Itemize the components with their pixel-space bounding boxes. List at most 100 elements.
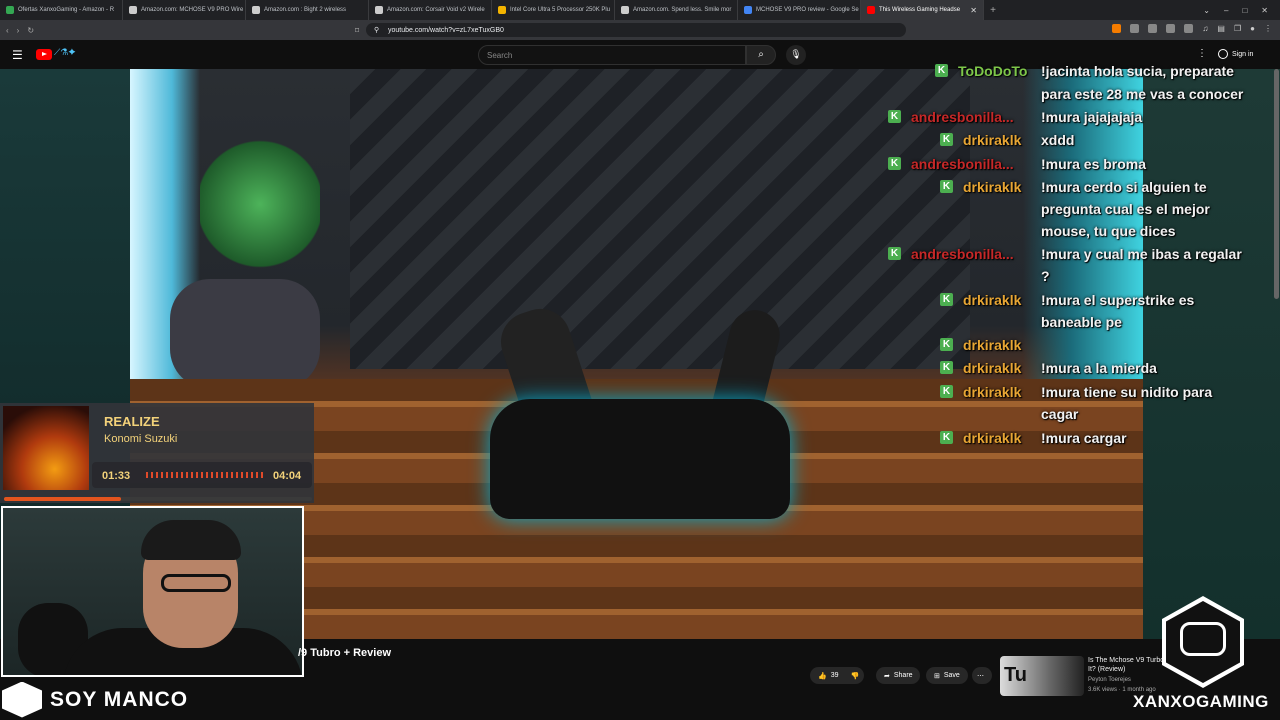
tab-strip: Ofertas XanxoGaming - Amazon - R Amazon.c…: [0, 0, 984, 20]
plant: [200, 139, 320, 269]
tab-label: Amazon.com: MCHOSE V9 PRO Wire: [141, 7, 244, 13]
copy-icon[interactable]: ❐: [1234, 24, 1241, 33]
streamer-banner: SOY MANCO: [0, 679, 304, 720]
streamer-logo-icon: [2, 681, 42, 718]
browser-tab[interactable]: Amazon.com: MCHOSE V9 PRO Wire: [123, 0, 246, 20]
song-title: REALIZE: [104, 414, 160, 429]
total-time: 04:04: [273, 470, 302, 482]
favicon-icon: [252, 6, 260, 14]
sidebar-icon[interactable]: ▤: [1217, 24, 1225, 33]
tab-label: Ofertas XanxoGaming - Amazon - R: [18, 7, 115, 13]
minimize-icon[interactable]: –: [1224, 6, 1228, 15]
extension-icon[interactable]: [1112, 24, 1122, 33]
music-note-icon[interactable]: ♫: [1202, 24, 1208, 33]
share-icon: ➦: [884, 672, 890, 680]
tab-search-icon[interactable]: ⌄: [1203, 6, 1210, 15]
search-input[interactable]: Search: [478, 45, 746, 65]
save-label: Save: [943, 672, 960, 679]
search-button[interactable]: ⌕: [746, 45, 776, 65]
more-actions-button[interactable]: ⋯: [972, 667, 992, 684]
share-button[interactable]: ➦ Share: [876, 667, 920, 684]
voice-search-button[interactable]: 🎙: [786, 45, 806, 65]
song-artist: Konomi Suzuki: [104, 433, 178, 445]
acoustic-wall: [350, 69, 970, 369]
extension-icon[interactable]: [1130, 24, 1140, 33]
stream-background-right: [1143, 69, 1280, 639]
url-text: youtube.com/watch?v=zL7xeTuxGB0: [388, 26, 504, 34]
charging-dock: [490, 399, 790, 519]
tab-label: Amazon.com : Bight 2 wireless: [264, 7, 347, 13]
youtube-logo-icon[interactable]: [36, 49, 52, 60]
glasses: [161, 574, 231, 592]
more-options-icon[interactable]: ⋮: [1197, 48, 1207, 59]
video-title: /9 Tubro + Review: [298, 647, 392, 659]
account-icon[interactable]: ●: [1250, 24, 1255, 33]
like-count: 39: [830, 672, 839, 679]
close-window-icon[interactable]: ✕: [1261, 6, 1268, 15]
back-icon[interactable]: ‹: [6, 26, 9, 35]
tab-label: Intel Core Ultra 5 Processor 250K Plu: [510, 7, 611, 13]
hamburger-menu-icon[interactable]: ☰: [12, 48, 23, 62]
browser-tab[interactable]: This Wireless Gaming Headse ✕: [861, 0, 984, 20]
webcam-overlay: [1, 506, 304, 677]
new-tab-button[interactable]: +: [984, 5, 1002, 16]
thumbnail-text: Tu: [1004, 664, 1027, 686]
browser-tab[interactable]: MCHOSE V9 PRO review - Google Se: [738, 0, 861, 20]
address-bar[interactable]: ⚲ youtube.com/watch?v=zL7xeTuxGB0: [366, 23, 906, 37]
audio-waveform: [146, 472, 264, 478]
browser-tab[interactable]: Amazon.com: Corsair Void v2 Wirele: [369, 0, 492, 20]
doodle-icon[interactable]: ⟋⚗✦: [54, 47, 76, 58]
song-progress-fill: [4, 497, 122, 501]
streamer-name: SOY MANCO: [50, 687, 189, 711]
reload-icon[interactable]: ↻: [27, 26, 34, 35]
site-info-icon[interactable]: ⚲: [374, 26, 379, 34]
favicon-icon: [375, 6, 383, 14]
favicon-icon: [867, 6, 875, 14]
browser-menu-icon[interactable]: ⋮: [1264, 24, 1272, 33]
elapsed-time: 01:33: [102, 470, 131, 482]
close-tab-icon[interactable]: ✕: [970, 6, 977, 15]
person-hair: [141, 520, 241, 560]
favicon-icon: [6, 6, 14, 14]
tab-label: This Wireless Gaming Headse: [879, 7, 961, 13]
browser-tab[interactable]: Amazon.com : Bight 2 wireless: [246, 0, 369, 20]
like-icon[interactable]: 👍: [818, 672, 827, 680]
extensions-bar: ♫ ▤ ❐ ● ⋮: [1112, 24, 1272, 33]
like-dislike-group: 👍 39 👎: [810, 667, 864, 684]
extension-icon[interactable]: [1184, 24, 1194, 33]
related-video-channel[interactable]: Peyton Toerejes: [1088, 677, 1131, 683]
gamepad: [170, 279, 320, 389]
browser-tab[interactable]: Intel Core Ultra 5 Processor 250K Plu: [492, 0, 615, 20]
share-label: Share: [893, 672, 913, 679]
window-controls: ⌄ – □ ✕: [1203, 6, 1280, 15]
favicon-icon: [498, 6, 506, 14]
browser-tab[interactable]: Ofertas XanxoGaming - Amazon - R: [0, 0, 123, 20]
album-art: [3, 406, 89, 490]
forward-icon[interactable]: ›: [17, 26, 20, 35]
bookmark-icon[interactable]: ⌑: [355, 26, 359, 35]
maximize-icon[interactable]: □: [1242, 6, 1247, 15]
favicon-icon: [621, 6, 629, 14]
light-bar-right: [1023, 69, 1143, 389]
more-icon: ⋯: [977, 672, 984, 680]
microphone-icon: 🎙: [790, 49, 802, 59]
save-button[interactable]: ⊞ Save: [926, 667, 968, 684]
tab-label: MCHOSE V9 PRO review - Google Se: [756, 7, 859, 13]
tab-bar: Ofertas XanxoGaming - Amazon - R Amazon.c…: [0, 0, 1280, 20]
extension-icon[interactable]: [1166, 24, 1176, 33]
save-icon: ⊞: [934, 672, 940, 680]
search-icon: ⌕: [758, 49, 764, 60]
brand-name: XANXOGAMING: [1133, 692, 1269, 711]
extension-icon[interactable]: [1148, 24, 1158, 33]
tab-label: Amazon.com. Spend less. Smile mor: [633, 7, 732, 13]
dislike-icon[interactable]: 👎: [851, 672, 860, 680]
favicon-icon: [129, 6, 137, 14]
scrollbar[interactable]: [1274, 69, 1279, 299]
sign-in-button[interactable]: Sign in: [1218, 49, 1253, 59]
browser-tab[interactable]: Amazon.com. Spend less. Smile mor: [615, 0, 738, 20]
tab-label: Amazon.com: Corsair Void v2 Wirele: [387, 7, 485, 13]
favicon-icon: [744, 6, 752, 14]
sign-in-label: Sign in: [1232, 50, 1254, 58]
user-icon: [1218, 49, 1228, 59]
pig-mascot-icon: [1180, 622, 1226, 656]
